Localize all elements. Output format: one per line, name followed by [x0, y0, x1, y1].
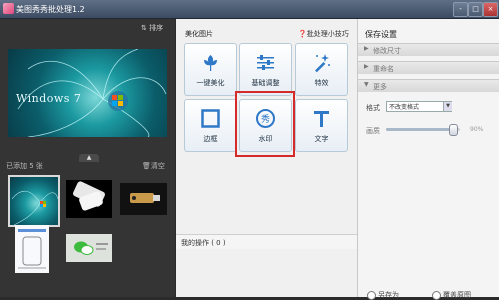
section-more[interactable]: ▼ 更多 — [358, 79, 499, 92]
collapse-arrow-icon[interactable]: ▲ — [79, 154, 99, 162]
swirl-thumbnail-icon — [11, 190, 58, 225]
tool-label: 基础调整 — [251, 79, 280, 87]
tool-label: 一键美化 — [196, 79, 225, 87]
tool-basic-adjust[interactable]: 基础调整 — [239, 43, 292, 96]
thumbnail-windows7[interactable] — [8, 175, 60, 227]
section-resize[interactable]: ▶ 修改尺寸 — [358, 43, 499, 56]
clear-button[interactable]: 🗑清空 — [142, 161, 165, 171]
sort-label: 排序 — [149, 24, 164, 32]
trash-icon: 🗑 — [142, 162, 151, 170]
beautify-title: 美化图片 — [185, 30, 213, 38]
preview-caption: Windows 7 — [16, 92, 82, 105]
sliders-icon — [257, 55, 274, 70]
frame-icon — [201, 109, 220, 128]
overwrite-original-label: 覆盖原图 — [443, 291, 471, 299]
chevron-right-icon: ▶ — [364, 63, 369, 70]
tool-frame[interactable]: 边框 — [184, 99, 237, 152]
magic-wand-icon — [315, 54, 330, 73]
format-label: 格式 — [366, 104, 380, 112]
close-button[interactable]: × — [483, 2, 498, 17]
image-preview: Windows 7 — [8, 49, 167, 137]
tool-effects[interactable]: 特效 — [295, 43, 348, 96]
quality-slider-handle[interactable] — [448, 124, 458, 136]
added-count-label: 已添加 5 张 — [6, 162, 43, 170]
clear-label: 清空 — [150, 162, 165, 170]
tool-one-click-beautify[interactable]: 一键美化 — [184, 43, 237, 96]
help-icon: ❓ — [298, 30, 307, 38]
window-title: 美图秀秀批处理1.2 — [16, 5, 85, 14]
save-as-radio[interactable] — [367, 291, 376, 300]
chevron-down-icon: ▼ — [364, 81, 369, 88]
overwrite-original-radio[interactable] — [432, 291, 441, 300]
minimize-button[interactable]: - — [453, 2, 468, 17]
dropdown-arrow-icon[interactable]: ▼ — [443, 102, 452, 111]
quality-slider-fill — [386, 128, 453, 131]
phone-image-icon — [73, 181, 105, 211]
thumbnail-wechat[interactable] — [66, 234, 112, 262]
sort-icon: ⇅ — [141, 24, 150, 32]
text-icon — [314, 111, 329, 127]
save-settings-title: 保存设置 — [365, 30, 397, 39]
tool-text[interactable]: 文字 — [295, 99, 348, 152]
batch-tips-link[interactable]: ❓批处理小技巧 — [298, 29, 349, 39]
section-label: 重命名 — [373, 65, 394, 73]
wechat-image-icon — [66, 234, 112, 262]
thumbnail-usb-drive[interactable] — [120, 183, 167, 215]
sort-button[interactable]: ⇅ 排序 — [141, 23, 163, 33]
flower-icon — [204, 55, 217, 71]
batch-tips-label: 批处理小技巧 — [306, 30, 349, 38]
selection-highlight — [235, 91, 295, 157]
maximize-button[interactable]: □ — [468, 2, 483, 17]
section-label: 更多 — [373, 83, 387, 91]
quality-label: 画质 — [366, 127, 380, 135]
app-screenshot-image-icon — [15, 225, 49, 273]
section-rename[interactable]: ▶ 重命名 — [358, 61, 499, 74]
chevron-right-icon: ▶ — [364, 45, 369, 52]
save-as-label: 另存为 — [378, 291, 399, 299]
section-label: 修改尺寸 — [373, 47, 401, 55]
tool-label: 特效 — [314, 79, 329, 87]
thumbnail-app-screenshot[interactable] — [15, 225, 49, 273]
my-operations-label: 我的操作 ( 0 ) — [181, 239, 226, 247]
quality-value: 90% — [470, 126, 484, 133]
tool-label: 文字 — [314, 135, 329, 143]
tool-label: 边框 — [203, 135, 218, 143]
app-logo-icon — [3, 3, 14, 14]
thumbnail-phone[interactable] — [66, 180, 112, 218]
usb-drive-image-icon — [130, 193, 160, 203]
